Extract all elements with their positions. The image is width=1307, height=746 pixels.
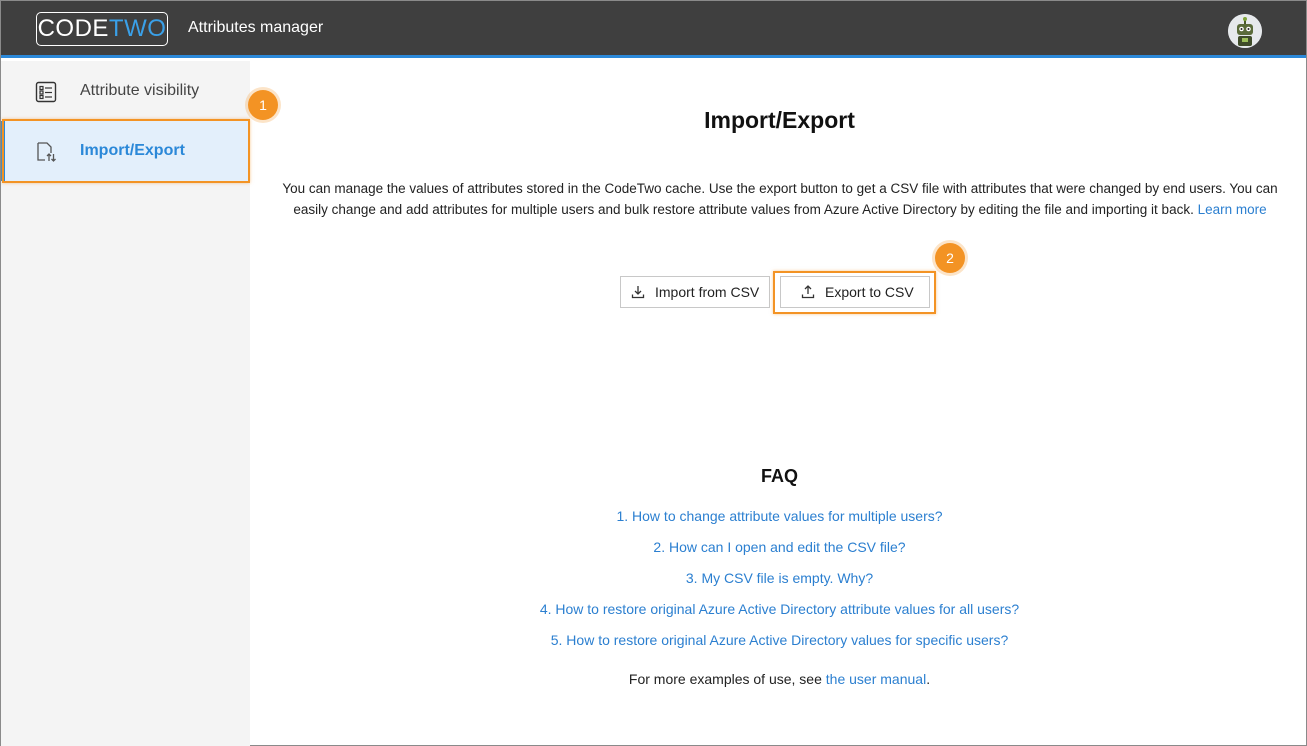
callout-highlight-sidebar [2,119,250,183]
faq-link-4[interactable]: 4. How to restore original Azure Active … [540,601,1019,617]
callout-marker-2: 2 [935,243,965,273]
faq-item: 5. How to restore original Azure Active … [251,630,1307,661]
download-icon [631,285,645,299]
more-suffix: . [926,671,931,687]
faq-link-1[interactable]: 1. How to change attribute values for mu… [616,508,942,524]
faq-item: 2. How can I open and edit the CSV file? [251,537,1307,568]
callout-highlight-export [773,271,936,314]
more-prefix: For more examples of use, see [628,671,826,687]
logo-two-text: TWO [108,15,167,42]
sidebar-item-label: Attribute visibility [80,82,200,99]
faq-link-3[interactable]: 3. My CSV file is empty. Why? [686,570,873,586]
import-button-label: Import from CSV [655,284,760,300]
faq-title: FAQ [760,466,798,486]
codetwo-logo[interactable]: CODETWO [36,12,168,46]
user-avatar[interactable] [1228,14,1262,48]
sidebar-item-attribute-visibility[interactable]: Attribute visibility [1,61,250,121]
list-icon [35,81,57,103]
import-from-csv-button[interactable]: Import from CSV [620,276,770,308]
learn-more-link[interactable]: Learn more [1198,202,1267,217]
faq-link-5[interactable]: 5. How to restore original Azure Active … [551,632,1009,648]
user-manual-link[interactable]: the user manual [826,671,926,687]
faq-list: 1. How to change attribute values for mu… [251,506,1307,661]
faq-item: 4. How to restore original Azure Active … [251,599,1307,630]
robot-avatar-icon [1228,14,1262,48]
faq-item: 3. My CSV file is empty. Why? [251,568,1307,599]
page-description: You can manage the values of attributes … [281,178,1279,220]
page-title: Import/Export [704,107,855,133]
faq-item: 1. How to change attribute values for mu… [251,506,1307,537]
logo-code-text: CODE [37,15,109,42]
faq-link-2[interactable]: 2. How can I open and edit the CSV file? [653,539,905,555]
top-bar: CODETWO Attributes manager [1,1,1306,58]
more-examples-text: For more examples of use, see the user m… [251,671,1307,687]
app-title: Attributes manager [188,19,324,36]
description-text: You can manage the values of attributes … [282,181,1278,217]
